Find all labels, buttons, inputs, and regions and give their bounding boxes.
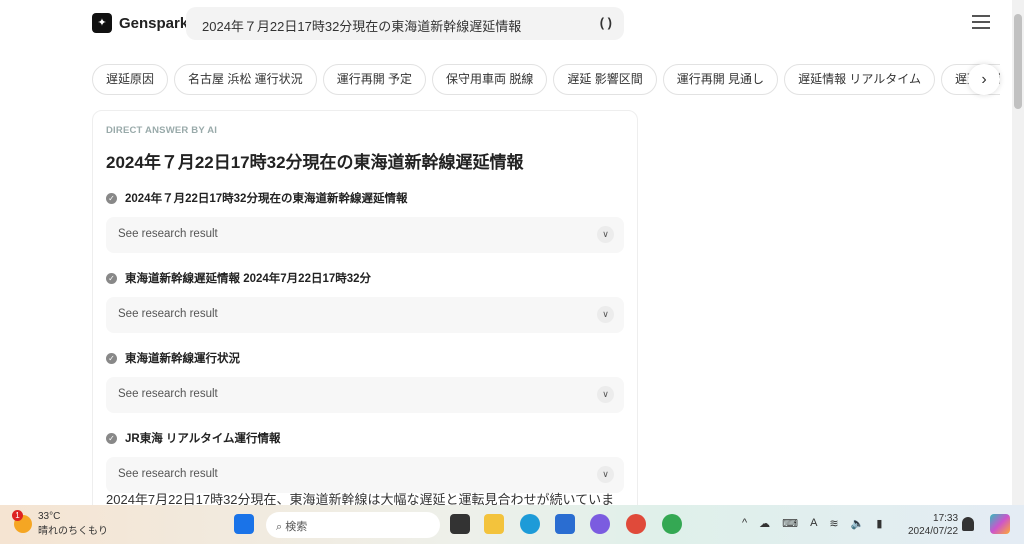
search-value: 2024年７月22日17時32分現在の東海道新幹線遅延情報 xyxy=(202,19,522,34)
clock[interactable]: 17:33 2024/07/22 xyxy=(908,512,958,538)
research-accordion[interactable]: See research result ∨ xyxy=(106,377,624,413)
weather-widget[interactable]: 1 33°C 晴れのちくもり xyxy=(12,510,108,537)
chevron-down-icon[interactable]: ∨ xyxy=(597,306,614,323)
chip[interactable]: 保守用車両 脱線 xyxy=(432,64,548,95)
chip[interactable]: 遅延情報 リアルタイム xyxy=(784,64,936,95)
hamburger-menu-icon[interactable] xyxy=(972,15,990,33)
accordion-label: See research result xyxy=(118,388,218,400)
keyboard-icon[interactable]: ⌨ xyxy=(782,517,798,530)
copilot-icon[interactable] xyxy=(590,514,610,534)
chrome-icon[interactable] xyxy=(626,514,646,534)
notification-badge: 1 xyxy=(12,510,23,521)
answer-card: DIRECT ANSWER BY AI 2024年７月22日17時32分現在の東… xyxy=(92,110,638,530)
windows-start-icon[interactable] xyxy=(234,514,254,534)
taskbar: 1 33°C 晴れのちくもり ⌕ 検索 ^ ☁ ⌨ A ≋ 🔈 ▮ 17:33 2024/07/… xyxy=(0,505,1024,544)
scrollbar-thumb[interactable] xyxy=(1014,14,1022,109)
chip[interactable]: 遅延 影響区間 xyxy=(553,64,657,95)
section: ✓ 東海道新幹線遅延情報 2024年7月22日17時32分 See researc… xyxy=(106,270,624,333)
check-circle-icon: ✓ xyxy=(106,192,117,204)
chevron-right-icon[interactable]: › xyxy=(968,64,1000,95)
section: ✓ JR東海 リアルタイム運行情報 See research result ∨ xyxy=(106,430,624,493)
mail-icon[interactable] xyxy=(555,514,575,534)
section: ✓ 2024年７月22日17時32分現在の東海道新幹線遅延情報 See resea… xyxy=(106,190,624,253)
research-accordion[interactable]: See research result ∨ xyxy=(106,457,624,493)
loading-spinner-icon: ( ) xyxy=(599,15,612,30)
research-accordion[interactable]: See research result ∨ xyxy=(106,217,624,253)
wifi-icon[interactable]: ≋ xyxy=(829,517,838,530)
check-circle-icon: ✓ xyxy=(106,432,117,444)
section: ✓ 東海道新幹線運行状況 See research result ∨ xyxy=(106,350,624,413)
chrome-profile-icon[interactable] xyxy=(662,514,682,534)
edge-icon[interactable] xyxy=(520,514,540,534)
brand-name: Genspark xyxy=(119,14,189,32)
chip[interactable]: 運行再開 予定 xyxy=(322,64,427,95)
search-input[interactable]: 2024年７月22日17時32分現在の東海道新幹線遅延情報 ( ) xyxy=(186,7,624,40)
check-circle-icon: ✓ xyxy=(106,352,117,364)
chip[interactable]: 名古屋 浜松 運行状況 xyxy=(174,64,317,95)
related-queries: 遅延原因 名古屋 浜松 運行状況 運行再開 予定 保守用車両 脱線 遅延 影響区間 運行再… xyxy=(92,64,1000,95)
chevron-down-icon[interactable]: ∨ xyxy=(597,386,614,403)
sparkle-icon: ✦ xyxy=(92,13,112,33)
copilot-app-icon[interactable] xyxy=(990,514,1010,534)
volume-icon[interactable]: 🔈 xyxy=(851,517,865,530)
answer-title: 2024年７月22日17時32分現在の東海道新幹線遅延情報 xyxy=(106,153,524,172)
accordion-label: See research result xyxy=(118,468,218,480)
genspark-logo[interactable]: ✦ Genspark xyxy=(92,13,188,33)
section-heading: JR東海 リアルタイム運行情報 xyxy=(125,433,281,445)
time: 17:33 xyxy=(933,513,959,524)
accordion-label: See research result xyxy=(118,308,218,320)
accordion-label: See research result xyxy=(118,228,218,240)
task-view-icon[interactable] xyxy=(450,514,470,534)
section-heading: 東海道新幹線運行状況 xyxy=(125,353,240,365)
onedrive-icon[interactable]: ☁ xyxy=(759,517,770,530)
weather-icon: 1 xyxy=(12,510,32,533)
section-heading: 2024年７月22日17時32分現在の東海道新幹線遅延情報 xyxy=(125,193,408,205)
chevron-down-icon[interactable]: ∨ xyxy=(597,466,614,483)
system-tray: ^ ☁ ⌨ A ≋ 🔈 ▮ xyxy=(742,517,882,530)
notification-bell-icon[interactable] xyxy=(962,517,974,531)
chevron-up-icon[interactable]: ^ xyxy=(742,517,747,530)
chip[interactable]: 遅延原因 xyxy=(92,64,169,95)
research-accordion[interactable]: See research result ∨ xyxy=(106,297,624,333)
card-label: DIRECT ANSWER BY AI xyxy=(106,125,218,136)
header: ✦ Genspark 2024年７月22日17時32分現在の東海道新幹線遅延情報 (… xyxy=(0,0,1012,48)
temperature: 33°C xyxy=(38,511,61,522)
chevron-down-icon[interactable]: ∨ xyxy=(597,226,614,243)
search-placeholder: 検索 xyxy=(285,521,308,533)
battery-icon[interactable]: ▮ xyxy=(876,517,882,530)
ime-icon[interactable]: A xyxy=(810,517,817,530)
weather-text: 晴れのちくもり xyxy=(38,526,108,537)
scrollbar[interactable] xyxy=(1012,0,1024,505)
date: 2024/07/22 xyxy=(908,526,959,537)
chip[interactable]: 運行再開 見通し xyxy=(662,64,779,95)
section-heading: 東海道新幹線遅延情報 2024年7月22日17時32分 xyxy=(125,273,372,285)
taskbar-search[interactable]: ⌕ 検索 xyxy=(266,512,440,538)
check-circle-icon: ✓ xyxy=(106,272,117,284)
file-explorer-icon[interactable] xyxy=(484,514,504,534)
